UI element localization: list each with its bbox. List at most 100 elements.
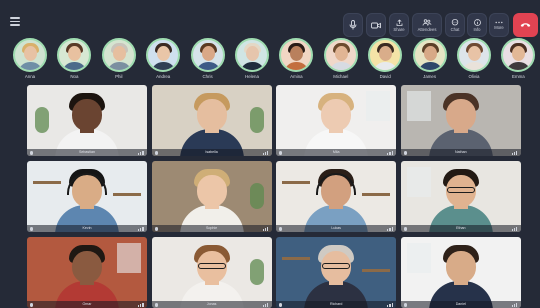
share-icon — [396, 18, 402, 26]
tile-participant-name: Sophie — [205, 226, 218, 230]
attendees-button[interactable]: Attendees — [412, 13, 442, 37]
signal-strength-icon — [387, 226, 393, 231]
video-tile-omar[interactable]: Omar — [27, 237, 147, 308]
participant-avatar-andrea[interactable]: Andrea — [143, 38, 183, 79]
tile-participant-name: Nathan — [455, 150, 467, 154]
avatar — [190, 38, 225, 72]
participant-name: Amina — [290, 74, 303, 79]
window-decor — [366, 91, 391, 121]
share-button[interactable]: Share — [389, 13, 409, 37]
person-face — [196, 99, 227, 131]
participant-avatar-michael[interactable]: Michael — [321, 38, 361, 79]
person-face — [445, 99, 476, 131]
tile-participant-name: Sebastian — [79, 150, 95, 154]
video-tile-isabella[interactable]: Isabella — [151, 85, 272, 156]
glasses — [446, 187, 475, 193]
info-label: Info — [473, 26, 481, 32]
tile-participant-name: Lukas — [331, 226, 341, 230]
tile-participant-name: Omar — [82, 302, 92, 306]
participant-name: Noa — [70, 74, 79, 79]
top-toolbar: Share Attendees Chat Info More — [0, 8, 540, 38]
person-face — [321, 99, 352, 131]
window-decor — [117, 243, 141, 273]
video-tile-kevin[interactable]: Kevin — [27, 161, 147, 232]
video-tile-nathan[interactable]: Nathan — [400, 85, 521, 156]
more-button[interactable]: More — [489, 13, 509, 37]
plant-decor — [35, 107, 49, 133]
person-face — [445, 251, 476, 283]
person-face — [196, 175, 227, 207]
shelf-decor — [113, 193, 141, 196]
video-tile-richard[interactable]: Richard — [276, 237, 397, 308]
video-tile-lukas[interactable]: Lukas — [276, 161, 397, 232]
avatar — [57, 38, 92, 72]
signal-strength-icon — [511, 150, 518, 155]
camera-icon — [371, 22, 381, 28]
avatar — [101, 38, 136, 72]
participant-name: Michael — [333, 74, 349, 79]
avatar — [235, 38, 269, 72]
window-decor — [406, 243, 431, 273]
participant-name: Phil — [115, 74, 123, 79]
avatar — [412, 38, 447, 72]
signal-strength-icon — [511, 226, 518, 231]
hamburger-menu-icon[interactable] — [10, 17, 20, 26]
tile-participant-name: Kevin — [82, 226, 92, 230]
tile-participant-name: Isabella — [205, 150, 218, 154]
signal-strength-icon — [262, 302, 269, 307]
mic-button[interactable] — [343, 13, 363, 37]
tile-participant-name: Richard — [329, 302, 343, 306]
chat-icon — [451, 18, 459, 25]
info-icon — [473, 18, 481, 26]
participant-name: David — [379, 74, 391, 79]
participant-avatar-anna[interactable]: Anna — [10, 38, 50, 79]
video-tile-mila[interactable]: Mila — [276, 85, 397, 156]
participant-name: Anna — [24, 74, 36, 79]
participant-name: Andrea — [156, 74, 171, 79]
tile-participant-name: Jonas — [206, 302, 217, 306]
participant-avatar-chris[interactable]: Chris — [188, 38, 228, 79]
avatar — [501, 38, 536, 72]
end-call-button[interactable] — [513, 13, 538, 37]
avatar — [323, 38, 358, 72]
person-face — [72, 99, 102, 131]
chat-label: Chat — [450, 26, 460, 32]
phone-hangup-icon — [520, 23, 531, 27]
video-tile-daniel[interactable]: Daniel — [400, 237, 521, 308]
window-decor — [406, 167, 431, 197]
participant-avatar-noa[interactable]: Noa — [54, 38, 94, 79]
avatar — [146, 38, 181, 72]
shelf-decor — [362, 193, 391, 196]
signal-strength-icon — [138, 150, 144, 155]
participant-avatar-david[interactable]: David — [365, 38, 405, 79]
person-face — [72, 251, 102, 283]
participant-name: Helena — [245, 74, 259, 79]
video-tile-sophie[interactable]: Sophie — [151, 161, 272, 232]
participant-avatar-amina[interactable]: Amina — [276, 38, 316, 79]
participant-avatar-olivia[interactable]: Olivia — [454, 38, 494, 79]
participant-avatar-emma[interactable]: Emma — [498, 38, 538, 79]
signal-strength-icon — [262, 150, 269, 155]
video-tile-ethan[interactable]: Ethan — [400, 161, 521, 232]
camera-button[interactable] — [366, 13, 386, 37]
video-grid: Sebastian Isabella Mila Nathan Kevin Sophie Lu… — [27, 85, 521, 308]
participant-avatar-phil[interactable]: Phil — [99, 38, 139, 79]
chat-button[interactable]: Chat — [445, 13, 465, 37]
participant-avatar-james[interactable]: James — [410, 38, 450, 79]
signal-strength-icon — [138, 226, 144, 231]
video-tile-sebastian[interactable]: Sebastian — [27, 85, 147, 156]
tile-participant-name: Ethan — [456, 226, 466, 230]
participant-avatar-helena[interactable]: Helena — [232, 38, 272, 79]
meeting-window: Share Attendees Chat Info More Anna Noa Ph… — [0, 0, 540, 308]
participant-name: Chris — [202, 74, 213, 79]
microphone-icon — [349, 20, 357, 30]
avatar — [13, 38, 47, 72]
participant-name: Olivia — [468, 74, 480, 79]
info-button[interactable]: Info — [467, 13, 487, 37]
tile-participant-name: Mila — [332, 150, 340, 154]
participant-name: Emma — [512, 74, 525, 79]
plant-decor — [249, 259, 264, 285]
video-tile-jonas[interactable]: Jonas — [151, 237, 272, 308]
avatar — [457, 38, 491, 72]
signal-strength-icon — [138, 302, 144, 307]
